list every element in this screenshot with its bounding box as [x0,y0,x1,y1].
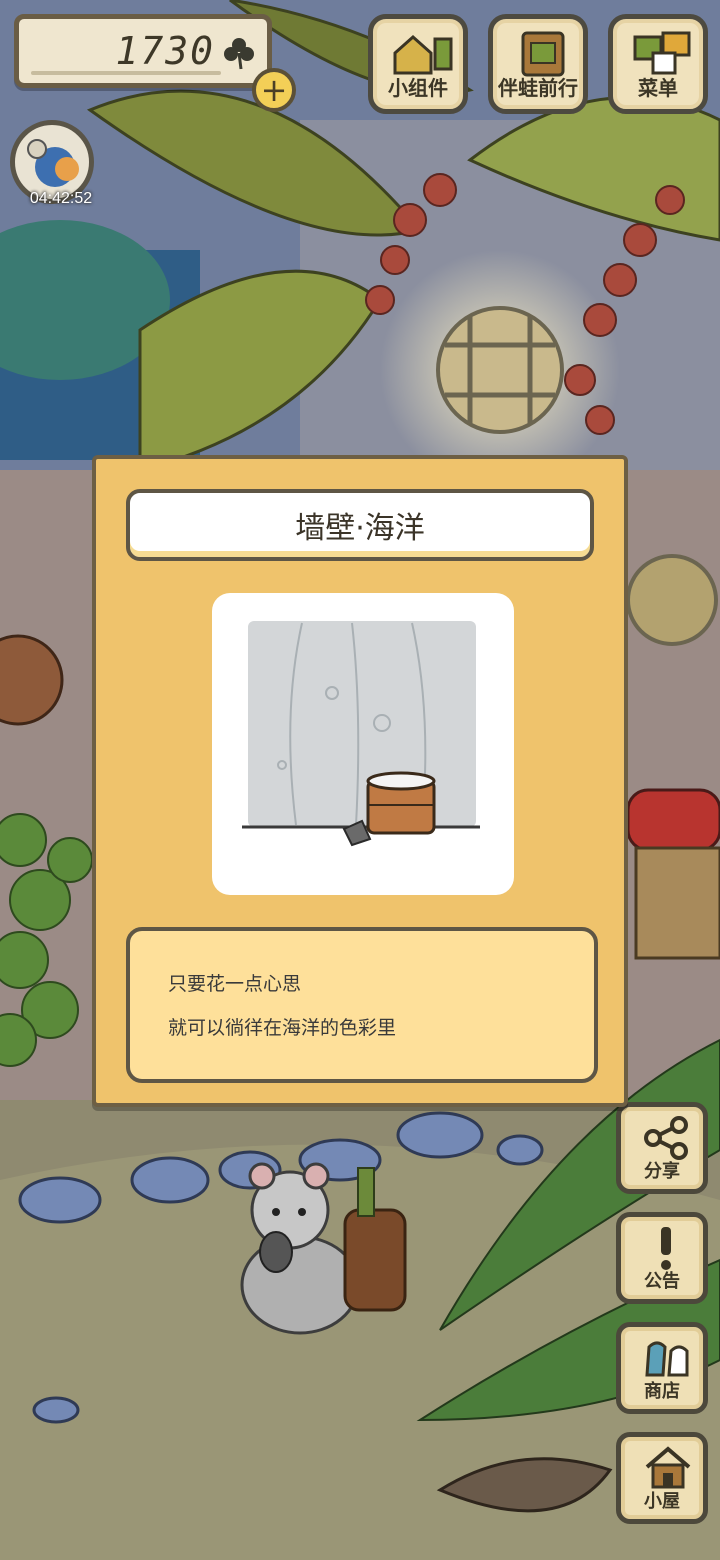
shop-button-label: 商店 [644,1381,680,1402]
widget-button-label: 小组件 [388,76,448,100]
menu-button-label: 菜单 [638,76,678,100]
item-title: 墙壁·海洋 [295,511,425,546]
timer-text: 04:42:52 [29,190,93,207]
widget-button[interactable]: 小组件 [368,14,468,114]
plus-icon: + [260,71,288,109]
share-button[interactable]: 分享 [616,1102,708,1194]
clover-count: 1730 [115,29,215,73]
shop-button[interactable]: 商店 [616,1322,708,1414]
clover-counter: 1730 [14,14,272,88]
clover-icon [224,38,254,70]
announcement-button-label: 公告 [644,1271,680,1292]
frog-companion-button[interactable]: 伴蛙前行 [488,14,588,114]
house-button-label: 小屋 [644,1491,680,1512]
house-button[interactable]: 小屋 [616,1432,708,1524]
announcement-icon [661,1227,671,1270]
share-button-label: 分享 [644,1161,680,1182]
frog-companion-button-label: 伴蛙前行 [498,76,578,100]
ocean-wall-item-image [242,621,480,847]
shop-icon [645,1341,689,1377]
visitor-icon [27,139,79,187]
item-description-box: 只要花一点心思 就可以徜徉在海洋的色彩里 [126,927,598,1083]
description-line-2: 就可以徜徉在海洋的色彩里 [168,1017,397,1039]
add-clover-button[interactable]: + [252,68,296,112]
item-title-box: 墙壁·海洋 [126,489,594,561]
announcement-button[interactable]: 公告 [616,1212,708,1304]
house-icon [645,1446,691,1489]
description-line-1: 只要花一点心思 [168,973,302,995]
item-image-frame [212,593,514,895]
item-detail-dialog[interactable]: 墙壁·海洋 只要花一点心思 就可以徜徉在海洋的色彩里 [92,455,628,1107]
menu-button[interactable]: 菜单 [608,14,708,114]
share-icon [644,1116,688,1160]
